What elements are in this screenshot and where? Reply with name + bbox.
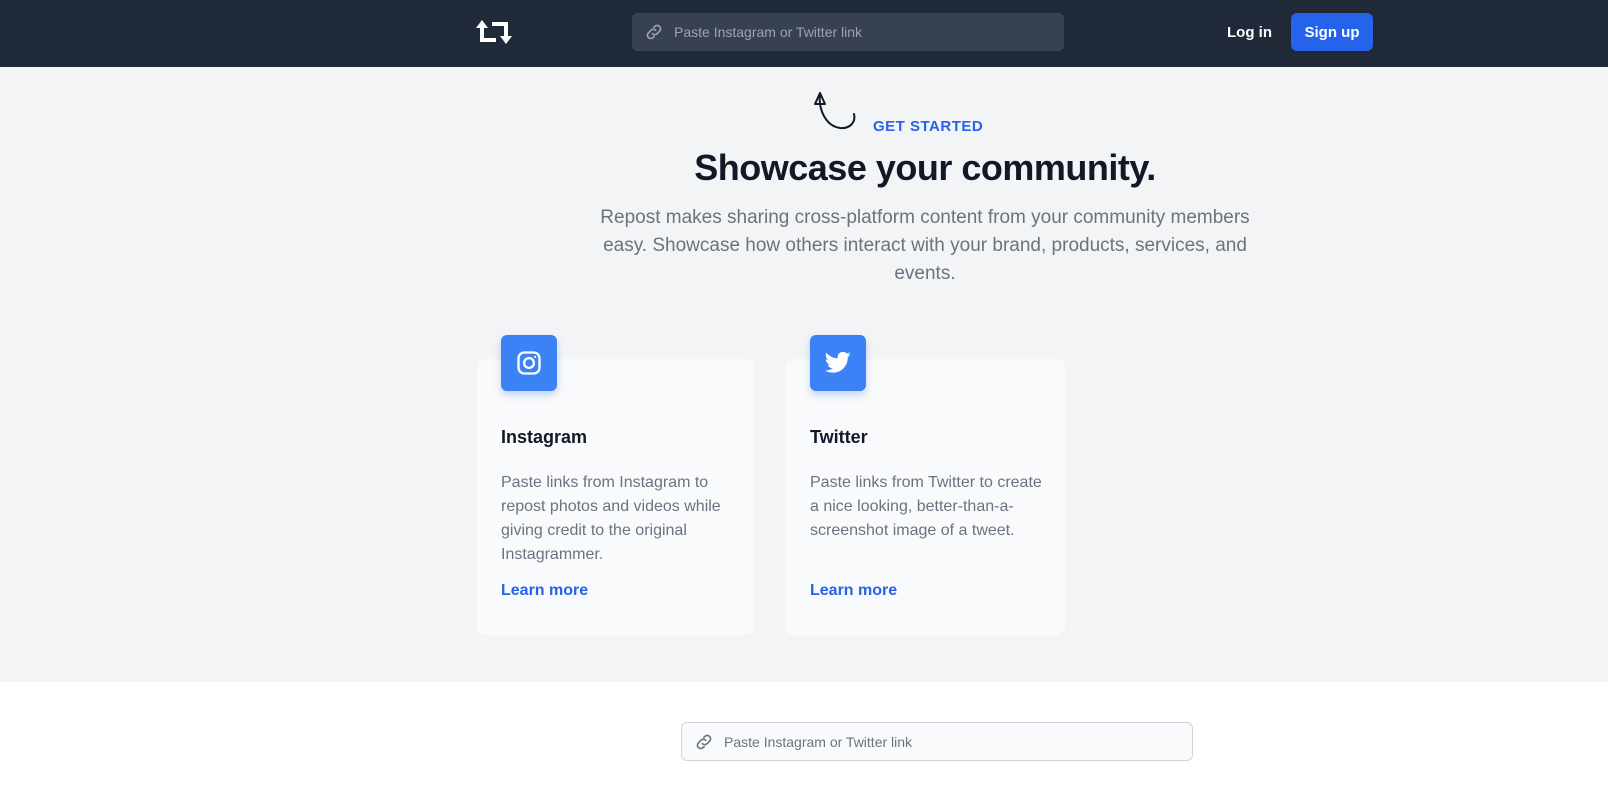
card-title: Instagram: [501, 427, 588, 447]
instagram-card: Instagram Paste links from Instagram to …: [477, 335, 754, 635]
hero-description: Repost makes sharing cross-platform cont…: [600, 207, 1250, 284]
instagram-icon: [501, 335, 557, 391]
card-description: Paste links from Instagram to repost pho…: [501, 474, 721, 563]
repost-logo-icon[interactable]: [476, 16, 512, 48]
card-title: Twitter: [810, 427, 868, 447]
learn-more-link[interactable]: Learn more: [810, 582, 897, 600]
login-button[interactable]: Log in: [1212, 13, 1287, 51]
bottom-search-input[interactable]: [724, 733, 1184, 750]
page-title: Showcase your community.: [694, 147, 1156, 188]
signup-button[interactable]: Sign up: [1291, 13, 1373, 51]
top-search-field[interactable]: [632, 13, 1064, 51]
top-navbar: Log in Sign up: [0, 0, 1608, 67]
link-icon: [644, 22, 664, 42]
curved-arrow-icon: [812, 90, 860, 132]
twitter-icon: [810, 335, 866, 391]
learn-more-link[interactable]: Learn more: [501, 582, 588, 600]
link-icon: [694, 732, 714, 752]
get-started-eyebrow: GET STARTED: [873, 118, 984, 135]
top-search-input[interactable]: [674, 24, 1054, 40]
twitter-card: Twitter Paste links from Twitter to crea…: [786, 335, 1065, 635]
bottom-section: [0, 682, 1608, 787]
card-description: Paste links from Twitter to create a nic…: [810, 474, 1042, 539]
bottom-search-field[interactable]: [681, 722, 1193, 761]
